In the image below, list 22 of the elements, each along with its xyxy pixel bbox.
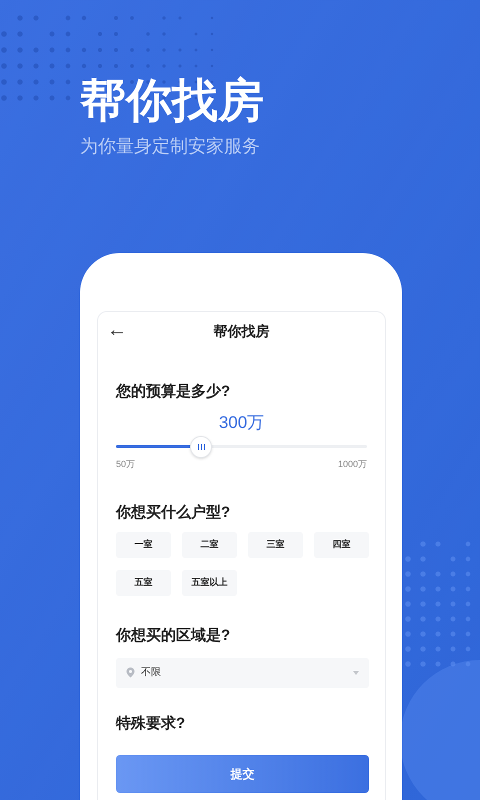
question-label: 特殊要求? [116, 714, 186, 734]
question-label: 您的预算是多少? [116, 382, 230, 402]
room-type-option[interactable]: 四室 [314, 532, 369, 558]
question-label: 你想买的区域是? [116, 626, 230, 646]
budget-slider[interactable] [116, 436, 367, 458]
back-button[interactable]: ← [107, 319, 127, 341]
room-type-option[interactable]: 五室 [116, 570, 171, 596]
area-dropdown[interactable]: 不限 [116, 658, 369, 688]
location-pin-icon [126, 667, 135, 678]
room-type-option[interactable]: 一室 [116, 532, 171, 558]
question-label: 你想买什么户型? [116, 502, 230, 522]
budget-value: 300万 [218, 412, 264, 434]
hero-title: 帮你找房 [80, 73, 264, 128]
min-label: 50万 [116, 458, 136, 471]
submit-button[interactable]: 提交 [116, 754, 369, 792]
caret-icon [353, 670, 359, 674]
room-type-option[interactable]: 三室 [248, 532, 303, 558]
max-label: 1000万 [338, 458, 367, 471]
room-type-option[interactable]: 五室以上 [182, 570, 237, 596]
hero-subtitle: 为你量身定制安家服务 [80, 135, 260, 158]
room-type-option[interactable]: 二室 [182, 532, 237, 558]
header-title: 帮你找房 [214, 322, 270, 340]
